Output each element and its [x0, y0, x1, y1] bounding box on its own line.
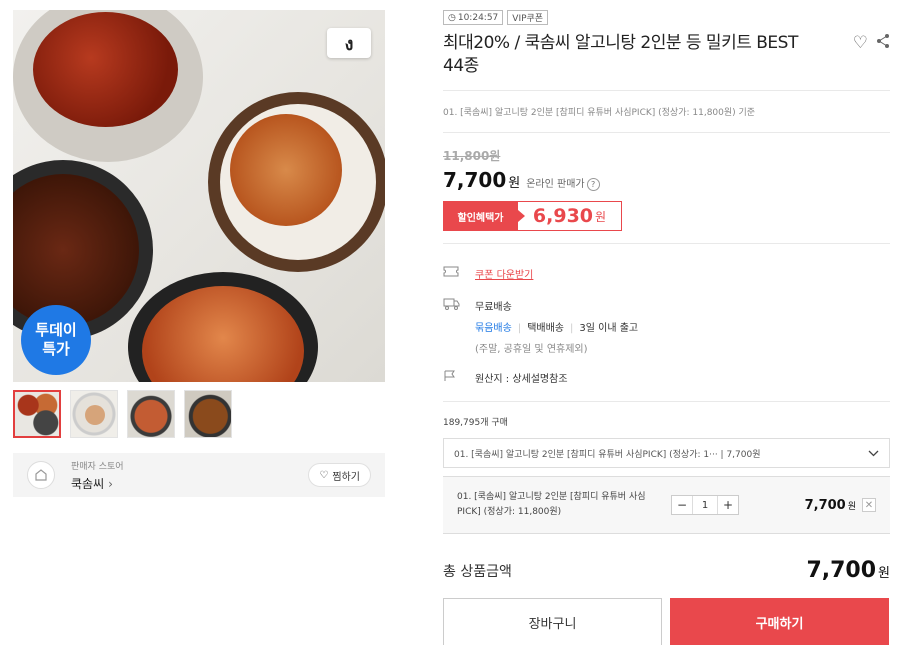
total-row: 총 상품금액 7,700 원 [443, 558, 890, 583]
truck-icon [443, 298, 461, 355]
thumbnail-3[interactable] [127, 390, 175, 438]
clock-icon: ◷ [448, 12, 456, 23]
favorite-label: 찜하기 [332, 471, 360, 483]
delivery-info: 쿠폰 다운받기 무료배송 묶음배송 | 택배배송 | 3일 이내 출고 (주말, 공휴일… [443, 266, 890, 385]
thumbnail-1[interactable] [13, 390, 61, 438]
title-actions: ♡ [853, 32, 890, 78]
shipping-time: 3일 이내 출고 [579, 323, 639, 334]
divider [443, 132, 890, 133]
total-label: 총 상품금액 [443, 563, 512, 580]
flag-icon [443, 370, 461, 385]
seller-sub-label: 판매자 스토어 [71, 461, 124, 472]
coupon-download-link[interactable]: 쿠폰 다운받기 [475, 266, 533, 281]
quantity-stepper: − 1 + [671, 495, 739, 515]
tag-row: ◷ 10:24:57 VIP쿠폰 [443, 10, 890, 25]
brand-logo-badge: ง [327, 28, 371, 58]
buy-button[interactable]: 구매하기 [670, 598, 889, 645]
vip-coupon-tag: VIP쿠폰 [507, 10, 549, 25]
heart-icon[interactable]: ♡ [853, 33, 868, 53]
today-badge-line2: 특가 [42, 340, 70, 358]
thumbnail-4[interactable] [184, 390, 232, 438]
option-reference: 01. [쿡솜씨] 알고니탕 2인분 [참피디 유튜버 사심PICK] (정상가… [443, 108, 756, 118]
bundle-shipping-link[interactable]: 묶음배송 [475, 323, 512, 334]
product-title: 최대20% / 쿡솜씨 알고니탕 2인분 등 밀키트 BEST 44종 [443, 33, 798, 76]
chevron-right-icon: › [108, 476, 113, 491]
seller-store-bar: 판매자 스토어 쿡솜씨 › ♡ 찜하기 [13, 453, 385, 497]
total-price-value: 7,700 [806, 558, 877, 583]
currency-unit: 원 [878, 566, 890, 581]
coupon-row: 쿠폰 다운받기 [443, 266, 890, 281]
discount-price: 6,930 [532, 205, 594, 227]
currency-unit: 원 [508, 176, 521, 191]
option-select[interactable]: 01. [쿡솜씨] 알고니탕 2인분 [참피디 유튜버 사심PICK] (정상가… [443, 438, 890, 468]
option-select-value: 01. [쿡솜씨] 알고니탕 2인분 [참피디 유튜버 사심PICK] (정상가… [454, 449, 761, 460]
timer-tag: ◷ 10:24:57 [443, 10, 504, 25]
purchase-count: 189,795개 구매 [443, 418, 508, 428]
shipping-note: (주말, 공휴일 및 연휴제외) [475, 344, 588, 355]
cart-button[interactable]: 장바구니 [443, 598, 662, 645]
seller-info[interactable]: 판매자 스토어 쿡솜씨 › [71, 459, 124, 492]
dish-soup-bowl [208, 92, 385, 272]
shipping-details: 무료배송 묶음배송 | 택배배송 | 3일 이내 출고 (주말, 공휴일 및 연휴제외) [475, 298, 638, 355]
selected-option-item: 01. [쿡솜씨] 알고니탕 2인분 [참피디 유튜버 사심PICK] (정상가… [443, 476, 890, 534]
today-deal-badge: 투데이 특가 [21, 305, 91, 375]
currency-unit: 원 [595, 209, 607, 224]
divider [443, 401, 890, 402]
divider [443, 243, 890, 244]
shipping-method: 택배배송 [527, 323, 564, 334]
selected-option-price: 7,700 원 [805, 498, 856, 513]
selected-price-value: 7,700 [804, 497, 846, 513]
thumbnail-list [13, 390, 232, 438]
original-price: 11,800원 [443, 149, 501, 163]
shipping-free: 무료배송 [475, 302, 512, 313]
title-row: 최대20% / 쿡솜씨 알고니탕 2인분 등 밀키트 BEST 44종 ♡ [443, 32, 890, 78]
sale-price: 7,700 [443, 168, 507, 192]
price-sub-label: 온라인 판매가 [526, 179, 585, 190]
selected-option-name: 01. [쿡솜씨] 알고니탕 2인분 [참피디 유튜버 사심PICK] (정상가… [457, 492, 646, 517]
minus-button[interactable]: − [672, 496, 692, 514]
remove-option-button[interactable]: ✕ [862, 498, 876, 512]
store-icon [27, 461, 55, 489]
timer-text: 10:24:57 [457, 12, 499, 23]
discount-row: 할인혜택가 6,930 원 [443, 201, 890, 231]
today-badge-line1: 투데이 [35, 321, 77, 339]
help-icon[interactable]: ? [586, 178, 600, 191]
plus-button[interactable]: + [718, 496, 738, 514]
seller-name: 쿡솜씨 [71, 476, 105, 491]
currency-unit: 원 [847, 501, 856, 512]
shipping-line: 묶음배송 | 택배배송 | 3일 이내 출고 [475, 323, 639, 334]
thumbnail-2[interactable] [70, 390, 118, 438]
origin-row: 원산지 : 상세설명참조 [443, 370, 890, 385]
shipping-row: 무료배송 묶음배송 | 택배배송 | 3일 이내 출고 (주말, 공휴일 및 연휴제외) [443, 298, 890, 355]
price-row: 7,700 원 온라인 판매가 ? [443, 168, 890, 192]
product-main-image[interactable]: ง 투데이 특가 [13, 10, 385, 382]
action-buttons: 장바구니 구매하기 [443, 598, 890, 645]
total-price: 7,700 원 [806, 558, 890, 583]
quantity-value[interactable]: 1 [692, 496, 718, 514]
heart-plus-icon: ♡ [319, 469, 329, 481]
favorite-button[interactable]: ♡ 찜하기 [308, 463, 371, 487]
share-icon[interactable] [876, 33, 890, 54]
origin-text: 원산지 : 상세설명참조 [475, 374, 568, 385]
coupon-icon [443, 266, 461, 281]
seller-name-row[interactable]: 쿡솜씨 › [71, 475, 124, 492]
discount-price-box: 6,930 원 [518, 201, 622, 231]
discount-label: 할인혜택가 [443, 201, 525, 231]
chevron-down-icon [868, 446, 879, 460]
product-info-panel: ◷ 10:24:57 VIP쿠폰 최대20% / 쿡솜씨 알고니탕 2인분 등 … [443, 10, 890, 645]
